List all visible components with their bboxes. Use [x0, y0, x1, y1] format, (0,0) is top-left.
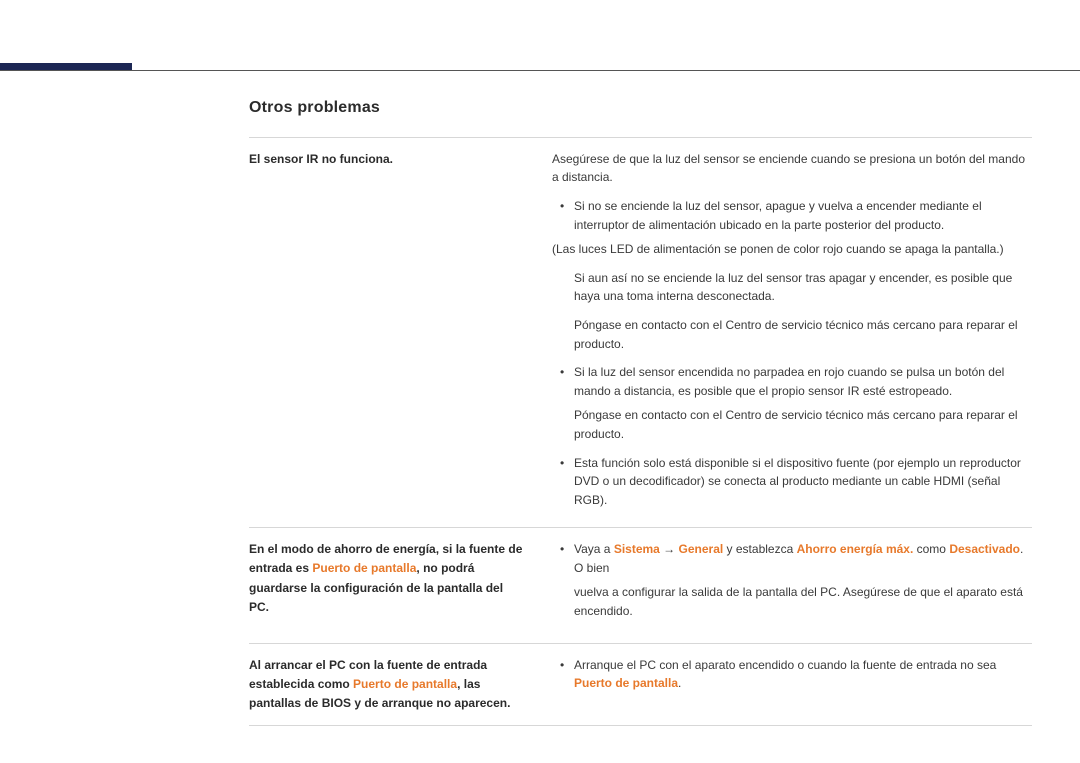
row-problem: En el modo de ahorro de energía, si la f…	[249, 528, 544, 642]
highlight-term: Sistema	[614, 542, 660, 556]
text-run: Arranque el PC con el aparato encendido …	[574, 658, 996, 672]
solution-list: Vaya a Sistema → General y establezca Ah…	[552, 540, 1032, 620]
text-run: Si no se enciende la luz del sensor, apa…	[574, 199, 982, 232]
table-row: Al arrancar el PC con la fuente de entra…	[249, 643, 1032, 727]
list-item: Si no se enciende la luz del sensor, apa…	[552, 197, 1032, 234]
list-continuation: Póngase en contacto con el Centro de ser…	[552, 406, 1032, 443]
list-item: Vaya a Sistema → General y establezca Ah…	[552, 540, 1032, 577]
text-run: Póngase en contacto con el Centro de ser…	[574, 318, 1018, 351]
highlight-term: Puerto de pantalla	[574, 676, 678, 690]
list-continuation: Póngase en contacto con el Centro de ser…	[552, 316, 1032, 353]
highlight-term: Ahorro energía máx.	[797, 542, 914, 556]
row-solution: Asegúrese de que la luz del sensor se en…	[544, 138, 1032, 528]
list-item: Esta función solo está disponible si el …	[552, 454, 1032, 510]
list-item: Arranque el PC con el aparato encendido …	[552, 656, 1032, 693]
text-run: Póngase en contacto con el Centro de ser…	[574, 408, 1018, 441]
text-run: como	[913, 542, 949, 556]
section-heading: Otros problemas	[249, 96, 1032, 121]
text-run: →	[660, 542, 679, 556]
highlight-term: Desactivado	[949, 542, 1020, 556]
text-run: Si la luz del sensor encendida no parpad…	[574, 365, 1004, 398]
table-row: En el modo de ahorro de energía, si la f…	[249, 527, 1032, 642]
text-run: El sensor IR no funciona.	[249, 152, 393, 166]
text-run: vuelva a configurar la salida de la pant…	[574, 585, 1023, 618]
row-problem: El sensor IR no funciona.	[249, 138, 544, 528]
header-divider	[0, 70, 1080, 71]
text-run: .	[678, 676, 681, 690]
row-solution: Arranque el PC con el aparato encendido …	[544, 644, 1032, 726]
text-run: (Las luces LED de alimentación se ponen …	[552, 242, 1004, 256]
text-run: Si aun así no se enciende la luz del sen…	[574, 271, 1012, 304]
solution-list: Arranque el PC con el aparato encendido …	[552, 656, 1032, 693]
highlight-term: General	[679, 542, 724, 556]
content-area: Otros problemas El sensor IR no funciona…	[249, 96, 1032, 726]
list-continuation: Si aun así no se enciende la luz del sen…	[552, 269, 1032, 306]
solution-list: Si no se enciende la luz del sensor, apa…	[552, 197, 1032, 509]
row-solution: Vaya a Sistema → General y establezca Ah…	[544, 528, 1032, 642]
header-accent-bar	[0, 63, 132, 70]
text-run: Esta función solo está disponible si el …	[574, 456, 1021, 507]
row-problem: Al arrancar el PC con la fuente de entra…	[249, 644, 544, 726]
highlight-term: Puerto de pantalla	[353, 677, 457, 691]
text-run: Vaya a	[574, 542, 614, 556]
text-run: y establezca	[723, 542, 796, 556]
table-row: El sensor IR no funciona. Asegúrese de qu…	[249, 137, 1032, 528]
list-continuation: vuelva a configurar la salida de la pant…	[552, 583, 1032, 620]
solution-intro: Asegúrese de que la luz del sensor se en…	[552, 150, 1032, 187]
highlight-term: Puerto de pantalla	[312, 561, 416, 575]
list-note: (Las luces LED de alimentación se ponen …	[552, 240, 1032, 259]
solution-note: (Las luces LED de alimentación se ponen …	[552, 240, 1032, 259]
text-run: Asegúrese de que la luz del sensor se en…	[552, 152, 1025, 185]
troubleshoot-table: El sensor IR no funciona. Asegúrese de qu…	[249, 137, 1032, 726]
list-item: Si la luz del sensor encendida no parpad…	[552, 363, 1032, 400]
